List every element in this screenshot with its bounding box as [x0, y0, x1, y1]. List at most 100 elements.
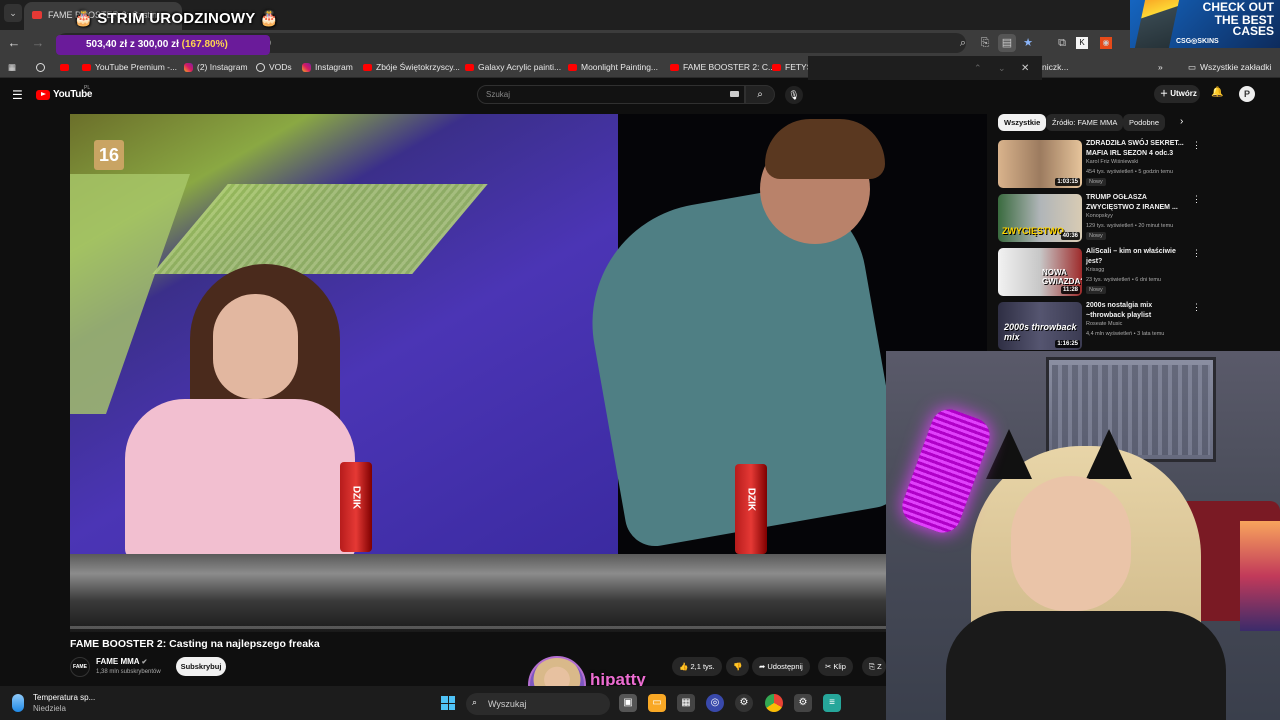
chrome-icon[interactable] — [765, 694, 783, 712]
recommendation-item[interactable]: 2000s throwback mix 1:16:25 2000s nostal… — [998, 302, 1274, 354]
like-button[interactable]: 👍 2,1 tys. — [672, 657, 722, 676]
thumbs-up-icon: 👍 — [679, 662, 689, 671]
bookmark-item[interactable]: (2) Instagram — [184, 56, 248, 78]
chip-all[interactable]: Wszystkie — [998, 114, 1047, 131]
recommendation-channel: Krissgg — [1086, 267, 1105, 273]
avatar[interactable]: P — [1239, 86, 1255, 102]
video-player[interactable]: DZIK DZIK 16 — [70, 114, 987, 632]
bookmark-yt-empty[interactable] — [60, 56, 69, 78]
video-thumbnail: 1:03:15 — [998, 140, 1082, 188]
extension-icon[interactable]: ⧉ — [1053, 34, 1071, 52]
mic-icon[interactable]: 🎙 — [785, 86, 803, 104]
age-rating-badge: 16 — [94, 140, 124, 170]
search-input[interactable]: Szukaj — [477, 85, 745, 104]
duration-badge: 1:16:25 — [1055, 340, 1080, 348]
windows-start-icon[interactable] — [441, 696, 455, 710]
video-thumbnail: ZWYCIĘSTWO 40:36 — [998, 194, 1082, 242]
thumbs-down-icon: 👎 — [733, 662, 743, 671]
bookmark-item[interactable]: FETYS — [772, 56, 812, 78]
recommendation-meta: 4,4 mln wyświetleń • 3 lata temu — [1086, 331, 1165, 337]
ad-brand: CSG◎SKINS — [1176, 38, 1219, 45]
apps-icon[interactable]: ▦ — [8, 56, 16, 78]
bell-icon[interactable]: 🔔 — [1211, 87, 1223, 98]
reader-icon[interactable]: ▤ — [998, 34, 1016, 52]
donation-separator: z — [127, 39, 138, 50]
clip-button[interactable]: ✂ Klip — [818, 657, 853, 676]
search-icon[interactable]: ⌕ — [745, 85, 775, 104]
tab-list-button[interactable]: ⌄ — [4, 4, 22, 22]
dislike-button[interactable]: 👎 — [726, 657, 750, 676]
close-icon[interactable]: ✕ — [1021, 63, 1029, 74]
bookmark-item[interactable]: Galaxy Acrylic painti... — [465, 56, 561, 78]
video-thumbnail: 2000s throwback mix 1:16:25 — [998, 302, 1082, 350]
instagram-icon — [184, 62, 193, 72]
new-badge: Nowy — [1086, 178, 1106, 186]
bookmark-star-icon[interactable]: ★ — [1019, 34, 1037, 52]
bookmark-item-partial[interactable]: niczk... — [1042, 56, 1068, 78]
video-title: FAME BOOSTER 2: Casting na najlepszego f… — [70, 638, 320, 650]
recommendation-item[interactable]: ZWYCIĘSTWO 40:36 TRUMP OGŁASZA ZWYCIĘSTW… — [998, 194, 1274, 246]
menu-icon[interactable]: ☰ — [12, 88, 23, 102]
notepad-icon[interactable]: ≡ — [823, 694, 841, 712]
app-icon[interactable]: ◎ — [706, 694, 724, 712]
subscriber-count: 1,38 mln subskrybentów — [96, 669, 161, 675]
chevron-up-icon[interactable]: ⌃ — [974, 63, 982, 74]
progress-track[interactable] — [70, 626, 987, 629]
more-options-icon[interactable]: ⋮ — [1192, 302, 1201, 313]
create-button[interactable]: ＋ Utwórz — [1154, 85, 1200, 103]
back-icon[interactable]: ← — [4, 33, 24, 53]
steam-icon[interactable]: ⚙ — [735, 694, 753, 712]
save-button[interactable]: ⎘ Z — [862, 657, 886, 676]
chevron-right-icon[interactable]: › — [1180, 116, 1183, 127]
chip-source[interactable]: Źródło: FAME MMA — [1046, 114, 1124, 131]
more-options-icon[interactable]: ⋮ — [1192, 194, 1201, 205]
bookmark-item[interactable]: VODs — [256, 56, 292, 78]
task-view-icon[interactable]: ▣ — [619, 694, 637, 712]
taskbar-search[interactable]: Wyszukaj — [466, 693, 610, 715]
keyboard-icon[interactable] — [730, 91, 739, 97]
webcam-painting — [1240, 521, 1280, 631]
file-explorer-icon[interactable]: ▭ — [648, 694, 666, 712]
store-icon[interactable]: ▦ — [677, 694, 695, 712]
bookmark-globe[interactable] — [36, 56, 45, 78]
bookmark-item[interactable]: Zbóje Świętokrzyscy... — [363, 56, 460, 78]
weather-label[interactable]: Temperatura sp... — [33, 693, 95, 702]
zoom-icon[interactable]: ⌕ — [954, 34, 972, 52]
forward-icon[interactable]: → — [28, 33, 48, 53]
more-options-icon[interactable]: ⋮ — [1192, 140, 1201, 151]
share-button[interactable]: ➦ Udostępnij — [752, 657, 810, 676]
thumbnail-text: NOWA GWIAZDA? — [1042, 268, 1082, 286]
chip-related[interactable]: Podobne — [1123, 114, 1166, 131]
install-icon[interactable]: ⎘ — [976, 34, 994, 52]
recommendation-item[interactable]: NOWA GWIAZDA? 11:28 AliScali – kim on wł… — [998, 248, 1274, 300]
search-icon: ⌕ — [472, 697, 478, 707]
recommendation-item[interactable]: 1:03:15 ZDRADZIŁA SWÓJ SEKRET... MAFIA I… — [998, 140, 1274, 192]
chevron-down-icon[interactable]: ⌄ — [998, 63, 1006, 74]
settings-icon[interactable]: ⚙ — [794, 694, 812, 712]
extension-orange-icon[interactable]: ◉ — [1100, 37, 1112, 49]
video-thumbnail: NOWA GWIAZDA? 11:28 — [998, 248, 1082, 296]
recommendation-title: 2000s nostalgia mix ~throwback playlist — [1086, 302, 1153, 319]
recommendation-channel: Karol Friz Wiśniewski — [1086, 159, 1139, 165]
thermometer-icon[interactable] — [12, 694, 24, 712]
chevron-right-icon[interactable]: » — [1158, 56, 1163, 78]
extension-k-icon[interactable]: K — [1076, 37, 1088, 49]
channel-name[interactable]: FAME MMA ✔ — [96, 657, 147, 666]
bookmark-item[interactable]: Instagram — [302, 56, 353, 78]
video-desk — [70, 554, 987, 632]
knife-icon — [1134, 0, 1180, 48]
youtube-icon — [772, 63, 781, 71]
stream-title-overlay: 🎂 STRIM URODZINOWY 🎂 — [74, 10, 279, 27]
ad-line: CASES — [1232, 24, 1274, 38]
channel-avatar[interactable]: FAME — [70, 657, 90, 677]
energy-drink-can: DZIK — [340, 462, 372, 552]
bookmark-item[interactable]: YouTube Premium -... — [82, 56, 177, 78]
youtube-icon — [36, 89, 50, 100]
subscribe-button[interactable]: Subskrybuj — [176, 657, 226, 676]
bookmark-item[interactable]: Moonlight Painting... — [568, 56, 658, 78]
more-options-icon[interactable]: ⋮ — [1192, 248, 1201, 259]
all-bookmarks[interactable]: ▭ Wszystkie zakładki — [1188, 56, 1271, 78]
region-code: PL — [84, 85, 91, 91]
bookmark-item[interactable]: FAME BOOSTER 2: C... — [670, 56, 775, 78]
video-person — [213, 294, 298, 399]
